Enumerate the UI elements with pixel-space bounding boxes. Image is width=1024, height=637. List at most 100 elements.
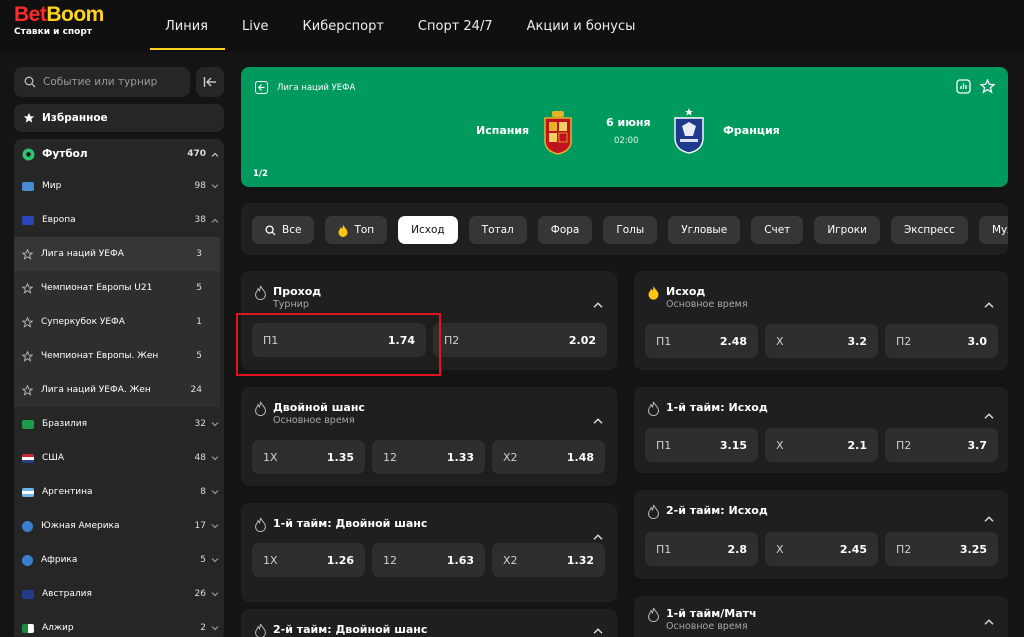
chevron-up-icon[interactable] <box>593 293 603 312</box>
stats-icon[interactable] <box>956 79 971 94</box>
chevron-up-icon[interactable] <box>984 610 994 629</box>
nav-esports[interactable]: Киберспорт <box>286 0 401 52</box>
filter-multigoals[interactable]: Мультиголы <box>978 216 1008 244</box>
filter-total[interactable]: Тотал <box>468 216 527 244</box>
star-icon[interactable] <box>22 248 33 260</box>
chevron-up-icon[interactable] <box>593 619 603 637</box>
star-icon[interactable] <box>22 282 33 294</box>
tournament-nations-league[interactable]: Лига наций УЕФА 3 <box>14 237 220 271</box>
market-card-h1-double-chance: 1-й тайм: Двойной шанс 1X 1.26 12 1.63 X2 1… <box>241 503 617 602</box>
region-algeria[interactable]: Алжир 2 <box>14 611 224 637</box>
team-home[interactable]: Испания <box>476 124 529 137</box>
fire-outline-icon[interactable] <box>255 285 266 300</box>
odd-button[interactable]: П2 2.02 <box>433 323 607 357</box>
odd-value: 1.26 <box>326 553 354 567</box>
filter-all[interactable]: Все <box>252 216 315 244</box>
filter-goals[interactable]: Голы <box>603 216 658 244</box>
filter-handicap[interactable]: Фора <box>537 216 593 244</box>
filter-express[interactable]: Экспресс <box>890 216 968 244</box>
filter-top[interactable]: Топ <box>325 216 388 244</box>
back-arrow-icon[interactable] <box>255 81 268 94</box>
chevron-up-icon[interactable] <box>593 525 603 544</box>
region-label: Европа <box>42 215 76 225</box>
odd-button[interactable]: X2 1.32 <box>492 543 605 577</box>
tournament-nations-league-women[interactable]: Лига наций УЕФА. Жен 24 <box>14 373 220 407</box>
filter-corners[interactable]: Угловые <box>668 216 741 244</box>
odd-button[interactable]: 1X 1.26 <box>252 543 365 577</box>
region-count: 17 <box>194 521 206 531</box>
odd-button[interactable]: П1 2.48 <box>645 324 758 358</box>
star-icon[interactable] <box>22 316 33 328</box>
tournament-euro-women[interactable]: Чемпионат Европы. Жен 5 <box>14 339 220 373</box>
odd-button[interactable]: 12 1.63 <box>372 543 485 577</box>
odd-value: 3.7 <box>967 438 988 452</box>
odd-button[interactable]: 1X 1.35 <box>252 440 365 474</box>
region-africa[interactable]: Африка 5 <box>14 543 224 577</box>
fire-outline-icon[interactable] <box>255 401 266 416</box>
odd-button[interactable]: X2 1.48 <box>492 440 605 474</box>
filter-score[interactable]: Счет <box>751 216 804 244</box>
region-label: Аргентина <box>42 487 93 497</box>
region-count: 48 <box>194 453 206 463</box>
market-title: 2-й тайм: Двойной шанс <box>273 623 428 636</box>
region-argentina[interactable]: Аргентина 8 <box>14 475 224 509</box>
chevron-up-icon[interactable] <box>984 404 994 423</box>
odd-button[interactable]: П2 3.25 <box>885 532 998 566</box>
odd-button[interactable]: X 3.2 <box>765 324 878 358</box>
odd-button[interactable]: П1 2.8 <box>645 532 758 566</box>
match-date: 6 июня <box>606 116 651 129</box>
nav-sport-247[interactable]: Спорт 24/7 <box>401 0 510 52</box>
tournament-uefa-supercup[interactable]: Суперкубок УЕФА 1 <box>14 305 220 339</box>
region-australia[interactable]: Австралия 26 <box>14 577 224 611</box>
collapse-sidebar-button[interactable] <box>196 67 224 97</box>
region-south-america[interactable]: Южная Америка 17 <box>14 509 224 543</box>
odd-key: X2 <box>503 553 518 567</box>
fire-outline-icon[interactable] <box>648 504 659 519</box>
team-away[interactable]: Франция <box>723 124 780 137</box>
odd-button[interactable]: X 2.1 <box>765 428 878 462</box>
odd-button[interactable]: П1 3.15 <box>645 428 758 462</box>
sport-label: Футбол <box>42 148 88 160</box>
star-outline-icon[interactable] <box>980 79 995 94</box>
favorites-label: Избранное <box>42 112 108 124</box>
fire-outline-icon[interactable] <box>255 517 266 532</box>
odd-button[interactable]: П2 3.7 <box>885 428 998 462</box>
logo-tagline: Ставки и спорт <box>14 27 92 37</box>
nav-live[interactable]: Live <box>225 0 286 52</box>
star-icon[interactable] <box>22 350 33 362</box>
nav-promos[interactable]: Акции и бонусы <box>510 0 653 52</box>
star-icon[interactable] <box>22 384 33 396</box>
fire-outline-icon[interactable] <box>648 401 659 416</box>
market-card-h1-match: 1-й тайм/Матч Основное время <box>634 596 1008 637</box>
logo-part2: Boom <box>46 3 104 26</box>
fire-outline-icon[interactable] <box>648 607 659 622</box>
sport-football[interactable]: Футбол 470 <box>14 139 224 169</box>
market-filter-bar: Все Топ Исход Тотал Фора Голы Угловые Сч… <box>241 203 1008 255</box>
fire-outline-icon[interactable] <box>255 623 266 637</box>
odd-key: П2 <box>896 542 912 556</box>
region-world[interactable]: Мир 98 <box>14 169 224 203</box>
australia-flag-icon <box>22 589 34 599</box>
football-icon <box>22 148 35 160</box>
region-europe[interactable]: Европа 38 <box>14 203 224 237</box>
odd-key: X <box>776 334 784 348</box>
odd-button[interactable]: 12 1.33 <box>372 440 485 474</box>
filter-players[interactable]: Игроки <box>814 216 880 244</box>
chevron-up-icon[interactable] <box>593 409 603 428</box>
odd-button[interactable]: X 2.45 <box>765 532 878 566</box>
banner-league[interactable]: Лига наций УЕФА <box>255 81 355 94</box>
fire-icon[interactable] <box>648 285 659 300</box>
search-box[interactable] <box>14 67 190 97</box>
logo[interactable]: BetBoom Ставки и спорт <box>14 3 104 38</box>
chevron-up-icon[interactable] <box>984 293 994 312</box>
odd-button[interactable]: П2 3.0 <box>885 324 998 358</box>
filter-outcome[interactable]: Исход <box>398 216 458 244</box>
search-input[interactable] <box>43 76 183 88</box>
favorites-item[interactable]: Избранное <box>14 104 224 132</box>
region-usa[interactable]: США 48 <box>14 441 224 475</box>
region-brazil[interactable]: Бразилия 32 <box>14 407 224 441</box>
nav-line[interactable]: Линия <box>150 0 225 52</box>
chevron-up-icon[interactable] <box>984 507 994 526</box>
tournament-euro-u21[interactable]: Чемпионат Европы U21 5 <box>14 271 220 305</box>
market-subtitle: Турнир <box>273 299 309 310</box>
